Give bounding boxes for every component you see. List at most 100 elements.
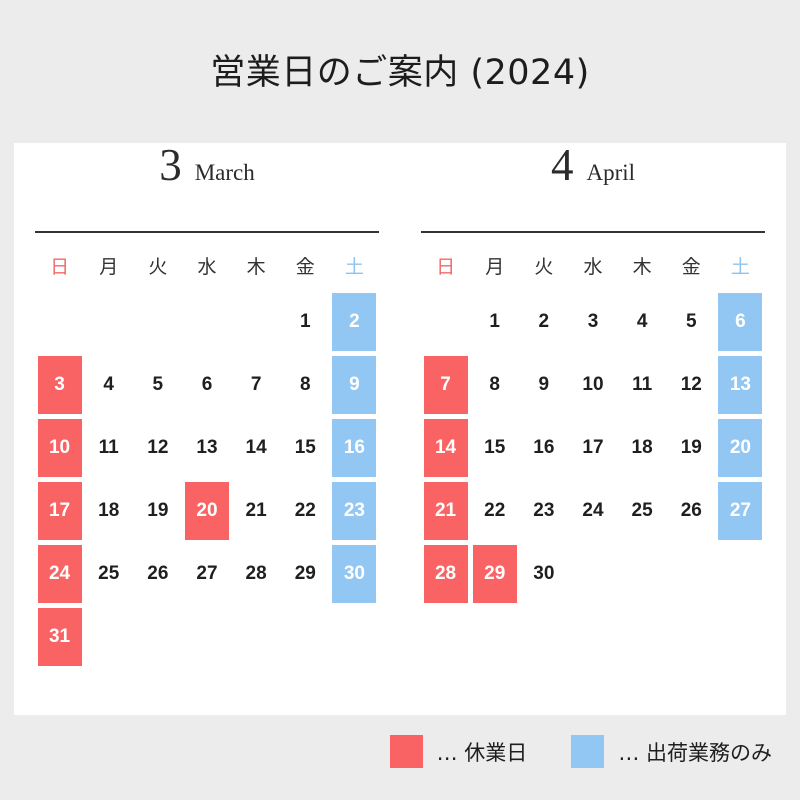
- day-cell[interactable]: 20: [182, 479, 231, 542]
- weekday-header-row: 日月火水木金土: [35, 252, 379, 282]
- month-number: 4: [550, 140, 574, 190]
- day-cell[interactable]: 13: [716, 353, 765, 416]
- day-number: 8: [489, 373, 500, 395]
- day-cell[interactable]: 6: [182, 353, 231, 416]
- day-number: 5: [685, 310, 697, 332]
- day-cell[interactable]: 26: [667, 479, 716, 542]
- day-cell[interactable]: 9: [330, 353, 379, 416]
- day-cell[interactable]: 27: [716, 479, 765, 542]
- day-number: 25: [98, 562, 120, 584]
- day-number: 3: [587, 310, 599, 332]
- day-cell[interactable]: 24: [35, 542, 84, 605]
- day-cell[interactable]: 21: [421, 479, 470, 542]
- day-cell[interactable]: 9: [519, 353, 568, 416]
- day-cell[interactable]: 29: [470, 542, 519, 605]
- day-cell[interactable]: 3: [568, 290, 617, 353]
- day-cell[interactable]: 7: [421, 353, 470, 416]
- day-cell[interactable]: 31: [35, 605, 84, 668]
- day-cell[interactable]: 16: [330, 416, 379, 479]
- day-cell[interactable]: 19: [667, 416, 716, 479]
- day-number: 31: [37, 607, 82, 666]
- day-number: 22: [294, 499, 316, 521]
- day-number: 24: [37, 544, 82, 603]
- day-cell[interactable]: 22: [470, 479, 519, 542]
- day-cell[interactable]: 18: [84, 479, 133, 542]
- day-cell-empty: [84, 605, 133, 668]
- day-cell[interactable]: 19: [133, 479, 182, 542]
- day-number: 26: [680, 499, 702, 521]
- month-divider: [35, 231, 379, 233]
- day-number: 19: [147, 499, 169, 521]
- day-cell[interactable]: 15: [281, 416, 330, 479]
- day-cell[interactable]: 8: [281, 353, 330, 416]
- day-cell[interactable]: 23: [330, 479, 379, 542]
- day-cell[interactable]: 30: [330, 542, 379, 605]
- day-cell[interactable]: 18: [618, 416, 667, 479]
- day-cell[interactable]: 15: [470, 416, 519, 479]
- day-number: 10: [37, 418, 82, 477]
- day-cell[interactable]: 10: [35, 416, 84, 479]
- day-cell[interactable]: 26: [133, 542, 182, 605]
- day-cell[interactable]: 2: [330, 290, 379, 353]
- weekday-label-weekday: 金: [295, 256, 315, 278]
- day-cell[interactable]: 24: [568, 479, 617, 542]
- day-cell[interactable]: 4: [84, 353, 133, 416]
- day-number: 15: [484, 436, 506, 458]
- day-cell[interactable]: 22: [281, 479, 330, 542]
- day-number: 29: [294, 562, 316, 584]
- day-number: 4: [103, 373, 114, 395]
- day-cell[interactable]: 16: [519, 416, 568, 479]
- day-number: 11: [632, 373, 653, 395]
- day-number: 3: [37, 355, 82, 414]
- day-cell-empty: [182, 605, 231, 668]
- day-cell[interactable]: 25: [84, 542, 133, 605]
- day-cell[interactable]: 14: [421, 416, 470, 479]
- day-number: 20: [184, 481, 229, 540]
- day-cell[interactable]: 11: [84, 416, 133, 479]
- day-cell[interactable]: 10: [568, 353, 617, 416]
- day-cell-empty: [232, 290, 281, 353]
- day-cell[interactable]: 30: [519, 542, 568, 605]
- day-cell[interactable]: 23: [519, 479, 568, 542]
- day-cell[interactable]: 28: [232, 542, 281, 605]
- calendar-card: 3 March 日月火水木金土 1 2 3 4 5 6 7 8 9 10 11 12 13 14 15 16 17 18…: [14, 143, 786, 715]
- day-cell[interactable]: 28: [421, 542, 470, 605]
- day-cell[interactable]: 12: [667, 353, 716, 416]
- day-cell-empty: [133, 605, 182, 668]
- day-cell[interactable]: 7: [232, 353, 281, 416]
- day-cell[interactable]: 14: [232, 416, 281, 479]
- day-cell-empty: [330, 605, 379, 668]
- day-number: 29: [472, 544, 517, 603]
- day-cell[interactable]: 17: [568, 416, 617, 479]
- day-number: 28: [245, 562, 267, 584]
- day-cell[interactable]: 13: [182, 416, 231, 479]
- day-cell[interactable]: 25: [618, 479, 667, 542]
- day-number: 27: [196, 562, 218, 584]
- day-cell[interactable]: 5: [133, 353, 182, 416]
- day-cell[interactable]: 4: [618, 290, 667, 353]
- day-cell[interactable]: 8: [470, 353, 519, 416]
- day-number: 18: [98, 499, 120, 521]
- day-number: 2: [538, 310, 550, 332]
- day-cell[interactable]: 6: [716, 290, 765, 353]
- day-cell[interactable]: 12: [133, 416, 182, 479]
- day-cell[interactable]: 29: [281, 542, 330, 605]
- day-cell[interactable]: 2: [519, 290, 568, 353]
- day-cell-empty: [232, 605, 281, 668]
- day-number: 6: [201, 373, 213, 395]
- day-cell[interactable]: 1: [281, 290, 330, 353]
- day-number: 28: [423, 544, 468, 603]
- day-cell[interactable]: 20: [716, 416, 765, 479]
- day-cell[interactable]: 21: [232, 479, 281, 542]
- day-number: 20: [718, 418, 763, 477]
- day-number: 25: [631, 499, 653, 521]
- day-cell[interactable]: 1: [470, 290, 519, 353]
- day-number: 24: [582, 499, 604, 521]
- day-cell[interactable]: 5: [667, 290, 716, 353]
- day-cell[interactable]: 27: [182, 542, 231, 605]
- day-cell[interactable]: 11: [618, 353, 667, 416]
- day-cell[interactable]: 17: [35, 479, 84, 542]
- day-number: 7: [423, 355, 468, 414]
- weekday-label-weekday: 月: [99, 256, 119, 278]
- day-cell[interactable]: 3: [35, 353, 84, 416]
